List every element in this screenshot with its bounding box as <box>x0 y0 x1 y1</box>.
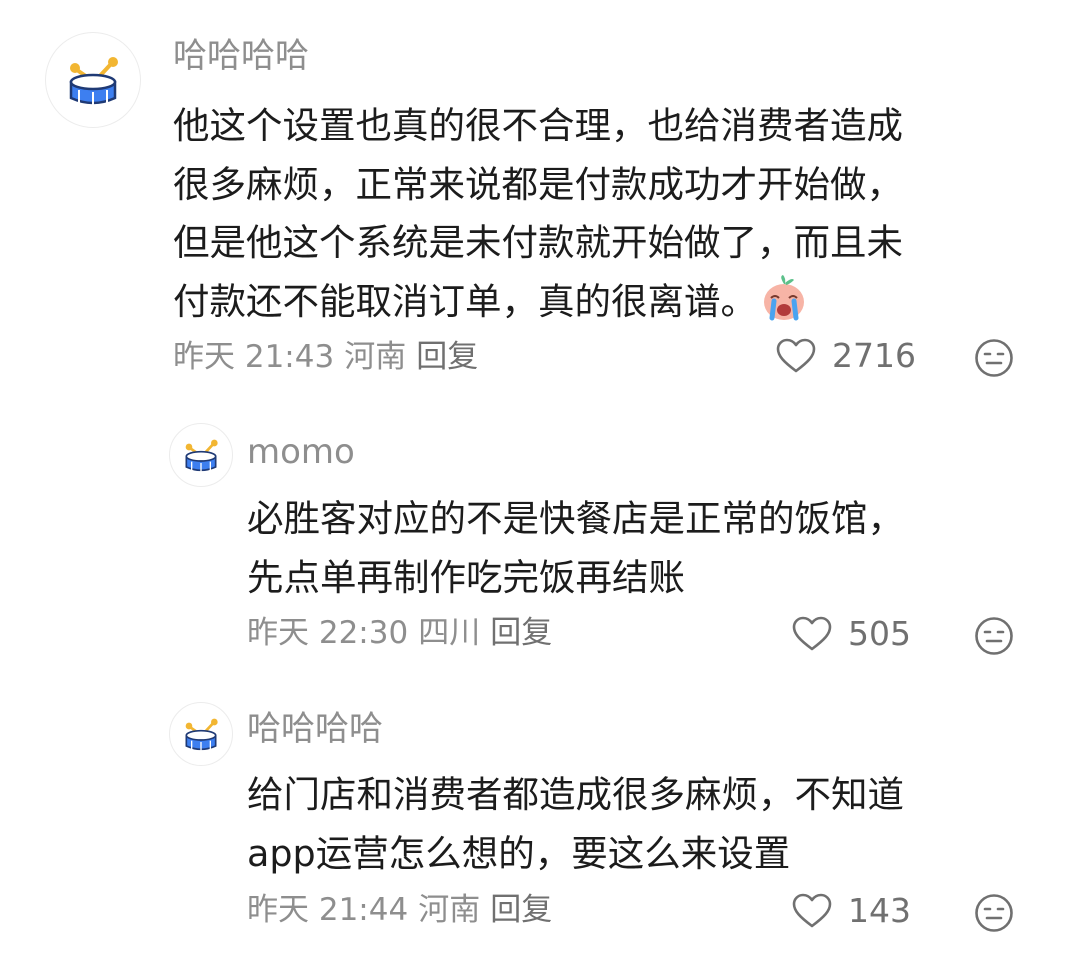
crying-emoji-icon <box>759 274 809 340</box>
reply-button[interactable]: 回复 <box>490 615 552 651</box>
comment-time: 昨天 21:43 <box>173 339 335 375</box>
heart-outline-icon <box>792 893 832 928</box>
comment-location: 四川 <box>418 615 481 651</box>
drum-avatar-icon <box>69 57 118 106</box>
like-button[interactable]: 143 <box>792 891 911 931</box>
drum-avatar-icon <box>185 718 218 752</box>
dislike-button[interactable] <box>974 338 1014 382</box>
dislike-button[interactable] <box>974 893 1014 937</box>
reply-button[interactable]: 回复 <box>490 892 552 928</box>
comment-location: 河南 <box>344 339 407 375</box>
like-button[interactable]: 505 <box>792 614 911 654</box>
dislike-button[interactable] <box>974 616 1014 660</box>
comment-time: 昨天 22:30 <box>247 615 409 651</box>
comment-item: 哈哈哈哈 他这个设置也真的很不合理，也给消费者造成 很多麻烦，正常来说都是付款成… <box>0 0 1079 400</box>
comment-meta: 昨天 21:43 河南 回复 <box>173 337 488 377</box>
unhappy-face-icon <box>975 894 1013 932</box>
username[interactable]: 哈哈哈哈 <box>173 36 309 76</box>
drum-avatar-icon <box>185 439 218 473</box>
comment-text: 必胜客对应的不是快餐店是正常的饭馆， 先点单再制作吃完饭再结账 <box>247 497 904 599</box>
reply-item: momo 必胜客对应的不是快餐店是正常的饭馆， 先点单再制作吃完饭再结账 昨天 … <box>0 400 1079 680</box>
comment-time: 昨天 21:44 <box>247 892 409 928</box>
reply-button[interactable]: 回复 <box>416 339 478 375</box>
comment-text: 给门店和消费者都造成很多麻烦，不知道 app运营怎么想的，要这么来设置 <box>247 773 904 875</box>
comment-meta: 昨天 22:30 四川 回复 <box>247 613 562 653</box>
comment-text: 他这个设置也真的很不合理，也给消费者造成 很多麻烦，正常来说都是付款成功才开始做… <box>173 97 1053 339</box>
unhappy-face-icon <box>975 339 1013 377</box>
avatar[interactable] <box>169 423 233 487</box>
like-count: 505 <box>848 614 911 653</box>
username[interactable]: 哈哈哈哈 <box>247 709 383 749</box>
avatar[interactable] <box>169 702 233 766</box>
heart-outline-icon <box>776 338 816 373</box>
avatar[interactable] <box>45 32 141 128</box>
heart-outline-icon <box>792 616 832 651</box>
reply-item: 哈哈哈哈 给门店和消费者都造成很多麻烦，不知道 app运营怎么想的，要这么来设置… <box>0 680 1079 968</box>
comment-location: 河南 <box>418 892 481 928</box>
comment-meta: 昨天 21:44 河南 回复 <box>247 890 562 930</box>
like-count: 143 <box>848 891 911 930</box>
like-count: 2716 <box>832 336 916 375</box>
unhappy-face-icon <box>975 617 1013 655</box>
like-button[interactable]: 2716 <box>776 336 916 376</box>
username[interactable]: momo <box>247 432 355 472</box>
